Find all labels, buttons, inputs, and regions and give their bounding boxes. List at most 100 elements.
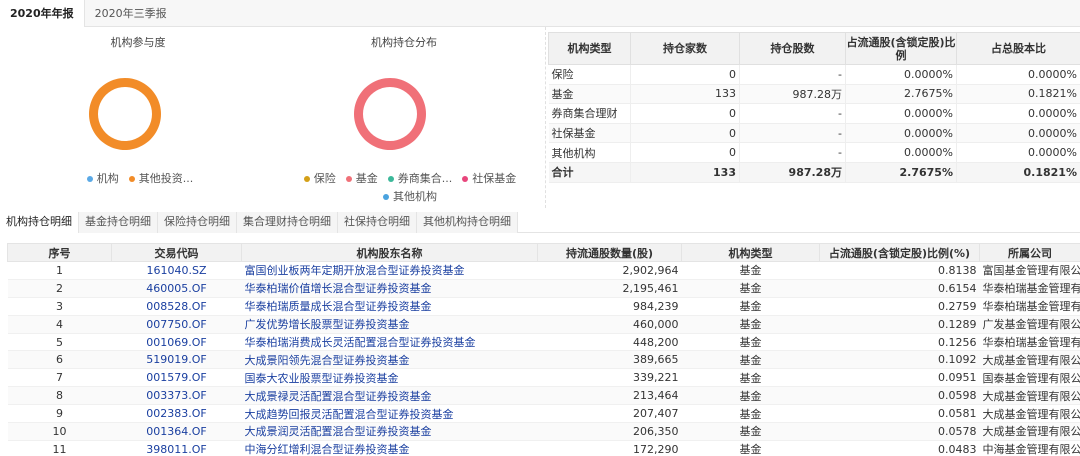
detail-index-cell: 1 bbox=[7, 261, 112, 280]
legend-item-other-institutions[interactable]: 其他机构 bbox=[383, 188, 437, 206]
detail-holder-name-link[interactable]: 富国创业板两年定期开放混合型证券投资基金 bbox=[241, 261, 538, 280]
distribution-chart-title: 机构持仓分布 bbox=[371, 36, 437, 49]
legend-item-insurance[interactable]: 保险 bbox=[303, 170, 336, 188]
legend-label: 机构 bbox=[96, 172, 119, 185]
table-row[interactable]: 8 003373.OF 大成景禄灵活配置混合型证券投资基金 213,464 基金 0.05… bbox=[7, 386, 1080, 406]
detail-col-holder-name[interactable]: 机构股东名称 bbox=[241, 243, 538, 262]
summary-col-float-ratio[interactable]: 占流通股(含锁定股)比例 bbox=[845, 32, 957, 65]
detail-code-link[interactable]: 003373.OF bbox=[111, 386, 242, 406]
participation-chart-title: 机构参与度 bbox=[110, 36, 166, 49]
summary-row: 券商集合理财 0-0.0000% 0.0000% bbox=[548, 103, 1080, 124]
summary-row: 社保基金 0-0.0000% 0.0000% bbox=[548, 123, 1080, 144]
distribution-legend: 保险 基金 券商集合... 社保基金 其他机构 bbox=[290, 170, 530, 206]
detail-type-cell: 基金 bbox=[681, 368, 820, 388]
detail-holder-name-link[interactable]: 广发优势增长股票型证券投资基金 bbox=[241, 315, 538, 334]
legend-dot-icon bbox=[303, 176, 310, 182]
table-row[interactable]: 2 460005.OF 华泰柏瑞价值增长混合型证券投资基金 2,195,461 基金 0.… bbox=[7, 279, 1080, 298]
detail-code-link[interactable]: 001364.OF bbox=[111, 422, 242, 441]
detail-company-cell: 大成基金管理有限公司 bbox=[979, 404, 1080, 424]
detail-holder-name-link[interactable]: 大成景禄灵活配置混合型证券投资基金 bbox=[241, 386, 538, 406]
summary-type-cell: 社保基金 bbox=[548, 123, 631, 144]
detail-company-cell: 华泰柏瑞基金管理有限公司 bbox=[979, 333, 1080, 352]
legend-item-other-investors[interactable]: 其他投资... bbox=[128, 170, 193, 188]
summary-type-cell: 券商集合理财 bbox=[548, 103, 631, 124]
legend-item-fund[interactable]: 基金 bbox=[345, 170, 378, 188]
table-row[interactable]: 9 002383.OF 大成趋势回报灵活配置混合型证券投资基金 207,407 基金 0.… bbox=[7, 404, 1080, 424]
detail-ratio-cell: 0.2759 bbox=[819, 297, 980, 316]
table-row[interactable]: 4 007750.OF 广发优势增长股票型证券投资基金 460,000 基金 0.1289… bbox=[7, 315, 1080, 334]
detail-holder-name-link[interactable]: 华泰柏瑞价值增长混合型证券投资基金 bbox=[241, 279, 538, 298]
legend-dot-icon bbox=[462, 176, 469, 182]
summary-total-ratio-cell: 0.0000% bbox=[956, 103, 1080, 124]
detail-holder-name-link[interactable]: 大成景润灵活配置混合型证券投资基金 bbox=[241, 422, 538, 441]
detail-col-index[interactable]: 序号 bbox=[7, 243, 112, 262]
detail-company-cell: 国泰基金管理有限公司 bbox=[979, 368, 1080, 388]
detail-col-company[interactable]: 所属公司 bbox=[979, 243, 1080, 262]
detail-type-cell: 基金 bbox=[681, 261, 820, 280]
legend-item-social-security[interactable]: 社保基金 bbox=[462, 170, 516, 188]
detail-index-cell: 10 bbox=[7, 422, 112, 441]
pie-slice-1[interactable] bbox=[353, 78, 426, 150]
detail-holder-name-link[interactable]: 国泰大农业股票型证券投资基金 bbox=[241, 368, 538, 388]
detail-holder-name-link[interactable]: 大成趋势回报灵活配置混合型证券投资基金 bbox=[241, 404, 538, 424]
detail-code-link[interactable]: 001579.OF bbox=[111, 368, 242, 388]
tab-institution-detail[interactable]: 机构持仓明细 bbox=[0, 212, 79, 233]
table-row[interactable]: 1 161040.SZ 富国创业板两年定期开放混合型证券投资基金 2,902,964 基… bbox=[7, 261, 1080, 280]
tab-collective-detail[interactable]: 集合理财持仓明细 bbox=[237, 212, 338, 233]
summary-col-type[interactable]: 机构类型 bbox=[548, 32, 631, 65]
legend-label: 其他机构 bbox=[393, 190, 437, 203]
tab-fund-detail[interactable]: 基金持仓明细 bbox=[79, 212, 158, 233]
detail-holder-name-link[interactable]: 华泰柏瑞消费成长灵活配置混合型证券投资基金 bbox=[241, 333, 538, 352]
summary-shares-cell: 987.28万 bbox=[739, 162, 846, 183]
table-row[interactable]: 5 001069.OF 华泰柏瑞消费成长灵活配置混合型证券投资基金 448,200 基金… bbox=[7, 333, 1080, 352]
detail-type-cell: 基金 bbox=[681, 350, 820, 370]
detail-col-type[interactable]: 机构类型 bbox=[681, 243, 820, 262]
pie-slice-1[interactable] bbox=[88, 78, 161, 150]
table-row[interactable]: 3 008528.OF 华泰柏瑞质量成长混合型证券投资基金 984,239 基金 0.27… bbox=[7, 297, 1080, 316]
tab-social-security-detail[interactable]: 社保持仓明细 bbox=[338, 212, 417, 233]
summary-col-holders[interactable]: 持仓家数 bbox=[630, 32, 740, 65]
detail-code-link[interactable]: 007750.OF bbox=[111, 315, 242, 334]
legend-item-broker-collective[interactable]: 券商集合... bbox=[387, 170, 452, 188]
legend-item-institution[interactable]: 机构 bbox=[86, 170, 119, 188]
summary-row: 保险 0-0.0000% 0.0000% bbox=[548, 64, 1080, 85]
detail-code-link[interactable]: 002383.OF bbox=[111, 404, 242, 424]
report-period-tabs: 2020年年报 2020年三季报 bbox=[0, 0, 1080, 27]
detail-col-code[interactable]: 交易代码 bbox=[111, 243, 242, 262]
summary-row: 基金 133 987.28万 2.7675% 0.1821% bbox=[548, 84, 1080, 105]
summary-holders-cell: 0 bbox=[630, 123, 740, 144]
detail-index-cell: 4 bbox=[7, 315, 112, 334]
summary-total-ratio-cell: 0.0000% bbox=[956, 123, 1080, 144]
detail-col-shares[interactable]: 持流通股数量(股) bbox=[537, 243, 682, 262]
participation-legend: 机构 其他投资... bbox=[40, 170, 240, 188]
detail-col-ratio[interactable]: 占流通股(含锁定股)比例(%) bbox=[819, 243, 980, 262]
summary-col-total-ratio[interactable]: 占总股本比 bbox=[956, 32, 1080, 65]
detail-holder-name-link[interactable]: 大成景阳领先混合型证券投资基金 bbox=[241, 350, 538, 370]
tab-other-institution-detail[interactable]: 其他机构持仓明细 bbox=[417, 212, 518, 233]
summary-total-ratio-cell: 0.0000% bbox=[956, 142, 1080, 163]
detail-code-link[interactable]: 519019.OF bbox=[111, 350, 242, 370]
table-row[interactable]: 10 001364.OF 大成景润灵活配置混合型证券投资基金 206,350 基金 0.0… bbox=[7, 422, 1080, 441]
summary-shares-cell: - bbox=[739, 103, 846, 124]
detail-code-link[interactable]: 001069.OF bbox=[111, 333, 242, 352]
detail-holder-name-link[interactable]: 中海分红增利混合型证券投资基金 bbox=[241, 440, 538, 456]
detail-code-link[interactable]: 398011.OF bbox=[111, 440, 242, 456]
detail-holder-name-link[interactable]: 华泰柏瑞质量成长混合型证券投资基金 bbox=[241, 297, 538, 316]
tab-insurance-detail[interactable]: 保险持仓明细 bbox=[158, 212, 237, 233]
summary-total-ratio-cell: 0.1821% bbox=[956, 162, 1080, 183]
tab-2020-annual[interactable]: 2020年年报 bbox=[0, 0, 85, 27]
table-row[interactable]: 7 001579.OF 国泰大农业股票型证券投资基金 339,221 基金 0.0951 国… bbox=[7, 368, 1080, 388]
detail-code-link[interactable]: 008528.OF bbox=[111, 297, 242, 316]
table-row[interactable]: 11 398011.OF 中海分红增利混合型证券投资基金 172,290 基金 0.048… bbox=[7, 440, 1080, 456]
tab-2020-q3[interactable]: 2020年三季报 bbox=[85, 0, 177, 27]
detail-company-cell: 华泰柏瑞基金管理有限公司 bbox=[979, 279, 1080, 298]
detail-code-link[interactable]: 161040.SZ bbox=[111, 261, 242, 280]
detail-index-cell: 2 bbox=[7, 279, 112, 298]
detail-type-cell: 基金 bbox=[681, 422, 820, 441]
detail-index-cell: 9 bbox=[7, 404, 112, 424]
summary-col-shares[interactable]: 持仓股数 bbox=[739, 32, 846, 65]
holding-detail-tabs: 机构持仓明细 基金持仓明细 保险持仓明细 集合理财持仓明细 社保持仓明细 其他机… bbox=[0, 212, 1080, 233]
detail-code-link[interactable]: 460005.OF bbox=[111, 279, 242, 298]
detail-index-cell: 7 bbox=[7, 368, 112, 388]
table-row[interactable]: 6 519019.OF 大成景阳领先混合型证券投资基金 389,665 基金 0.1092… bbox=[7, 350, 1080, 370]
